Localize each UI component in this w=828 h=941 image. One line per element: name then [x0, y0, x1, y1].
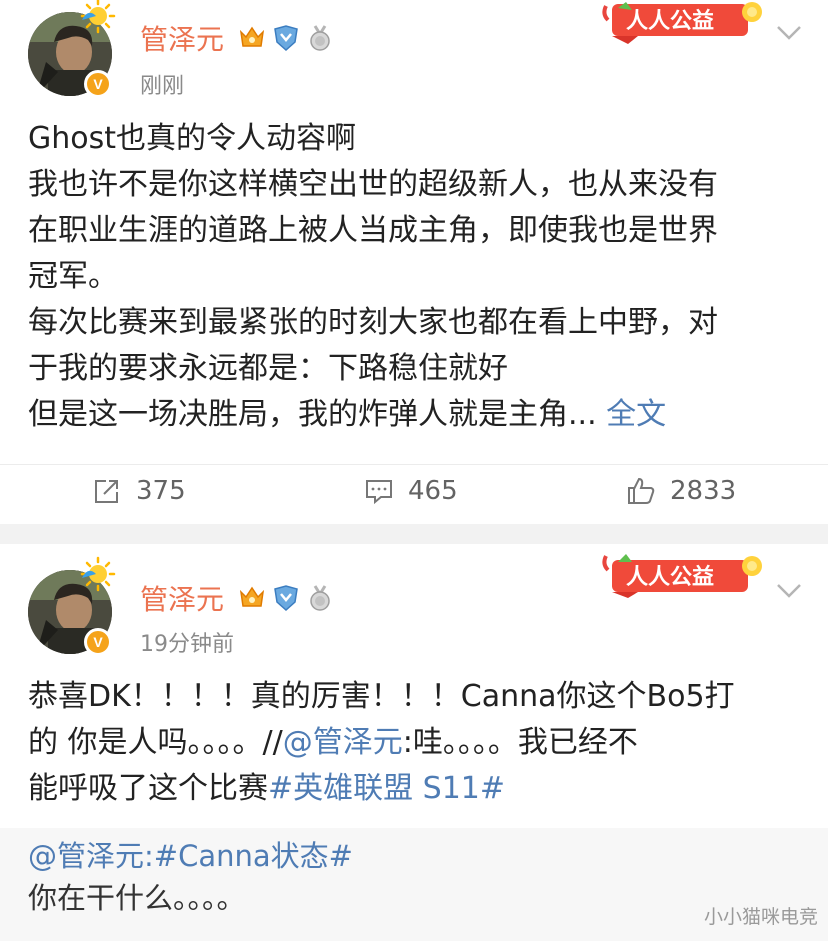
content-line: 恭喜DK！！！！真的厉害！！！Canna你这个Bo5打: [28, 679, 735, 714]
like-button[interactable]: 2833: [626, 471, 736, 511]
medal-badge-icon[interactable]: [306, 24, 334, 52]
weibo-post: V 管泽元 刚刚 人人公益 Ghost也真的令人动容啊 我也许不是你这样横空出世…: [0, 0, 828, 524]
team-shield-badge-icon[interactable]: [272, 24, 300, 52]
charity-label: 人人公益: [626, 8, 714, 34]
verified-v-icon: V: [84, 70, 112, 98]
post-content: 恭喜DK！！！！真的厉害！！！Canna你这个Bo5打 的 你是人吗。。。。//…: [28, 674, 808, 812]
charity-label: 人人公益: [626, 564, 714, 590]
renren-charity-badge[interactable]: 人人公益: [598, 550, 768, 598]
content-line: 冠军。: [28, 259, 118, 294]
content-line: 在职业生涯的道路上被人当成主角，即使我也是世界: [28, 213, 718, 248]
repost-icon: [95, 480, 118, 503]
user-badges: [238, 584, 334, 612]
post-separator: [0, 524, 828, 544]
watermark: 小小猫咪电竞: [703, 906, 818, 928]
quote-header: @管泽元:#Canna状态#: [28, 836, 353, 876]
username[interactable]: 管泽元: [140, 18, 224, 58]
user-badges: [238, 24, 334, 52]
post-timestamp: 刚刚: [140, 74, 185, 99]
quoted-original-post[interactable]: @管泽元:#Canna状态# 你在干什么。。。。 小小猫咪电竞: [0, 828, 828, 941]
crown-badge-icon[interactable]: [238, 584, 266, 612]
medal-badge-icon[interactable]: [306, 584, 334, 612]
comment-icon: [366, 480, 392, 505]
content-line: 但是这一场决胜局，我的炸弹人就是主角...: [28, 397, 597, 432]
like-count: 2833: [670, 476, 737, 506]
mention-link[interactable]: @管泽元: [283, 725, 403, 760]
post-timestamp: 19分钟前: [140, 632, 234, 657]
repost-count: 375: [136, 476, 186, 506]
team-shield-badge-icon[interactable]: [272, 584, 300, 612]
mention-link[interactable]: @管泽元: [28, 839, 144, 873]
repost-button[interactable]: 375: [92, 471, 186, 511]
content-line: 的 你是人吗。。。。//@管泽元:哇。。。。我已经不: [28, 720, 808, 766]
content-text: 的 你是人吗。。。。//: [28, 725, 283, 760]
avatar-container[interactable]: V: [28, 556, 116, 656]
content-text: :哇。。。。我已经不: [402, 725, 638, 760]
like-icon: [628, 477, 655, 504]
quote-text: 你在干什么。。。。: [28, 881, 246, 915]
content-line-last: 但是这一场决胜局，我的炸弹人就是主角... 全文: [28, 392, 808, 438]
sun-badge-icon: [80, 556, 116, 592]
topic-link[interactable]: #英雄联盟 S11#: [268, 771, 505, 806]
content-line: Ghost也真的令人动容啊: [28, 121, 357, 156]
post-actions-bar: 375 465 2833: [0, 464, 828, 512]
content-line: 能呼吸了这个比赛#英雄联盟 S11#: [28, 766, 808, 812]
quote-colon: :: [144, 839, 154, 873]
full-text-link[interactable]: 全文: [606, 397, 666, 432]
weibo-post: V 管泽元 19分钟前 人人公益 恭喜DK！！！！真的厉害！！！Canna你这个…: [0, 544, 828, 941]
verified-v-icon: V: [84, 628, 112, 656]
content-text: 能呼吸了这个比赛: [28, 771, 268, 806]
avatar-container[interactable]: V: [28, 0, 116, 98]
topic-link[interactable]: #Canna状态#: [154, 839, 353, 873]
chevron-down-icon[interactable]: [776, 582, 802, 600]
comment-button[interactable]: 465: [364, 471, 458, 511]
content-line: 于我的要求永远都是：下路稳住就好: [28, 351, 508, 386]
sun-badge-icon: [80, 0, 116, 34]
comment-count: 465: [408, 476, 458, 506]
username[interactable]: 管泽元: [140, 578, 224, 618]
content-line: 我也许不是你这样横空出世的超级新人，也从来没有: [28, 167, 718, 202]
crown-badge-icon[interactable]: [238, 24, 266, 52]
renren-charity-badge[interactable]: 人人公益: [598, 0, 768, 48]
chevron-down-icon[interactable]: [776, 24, 802, 42]
content-line: 每次比赛来到最紧张的时刻大家也都在看上中野，对: [28, 305, 718, 340]
post-content: Ghost也真的令人动容啊 我也许不是你这样横空出世的超级新人，也从来没有 在职…: [28, 116, 808, 438]
